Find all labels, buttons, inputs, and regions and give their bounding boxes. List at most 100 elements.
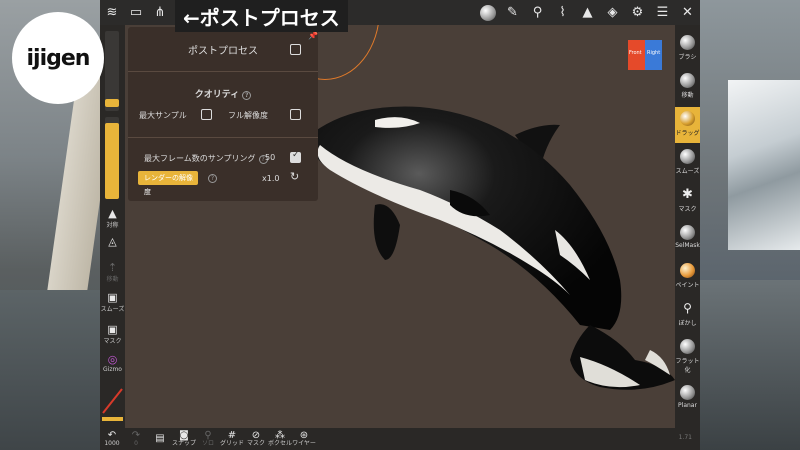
selmask-icon	[680, 225, 695, 240]
intensity-slider[interactable]	[105, 117, 119, 199]
floor-right	[700, 280, 800, 450]
max-samples-checkbox[interactable]	[201, 109, 212, 120]
lock-button[interactable]: ◬	[100, 235, 125, 248]
tool-paint[interactable]: ペイント	[675, 259, 700, 295]
tool-brush[interactable]: ブラシ	[675, 31, 700, 67]
material-icon[interactable]	[475, 0, 500, 25]
tool-mask[interactable]: ✱ マスク	[675, 183, 700, 219]
color-swatch-line	[102, 388, 123, 414]
menu-icon[interactable]: ☰	[650, 0, 675, 25]
gizmo-button[interactable]: ◎ Gizmo	[100, 353, 125, 373]
share-icon[interactable]: ⋔	[148, 0, 172, 25]
smooth-tool-icon	[680, 149, 695, 164]
wireframe-button[interactable]: ⊛ ワイヤー	[292, 431, 316, 447]
full-res-checkbox[interactable]	[290, 109, 301, 120]
move-tool-label: 移動	[681, 92, 694, 99]
folder-icon[interactable]: ▭	[124, 0, 148, 25]
planar-label: Planar	[678, 402, 697, 409]
left-toolbar: ▲ 対称 ◬ ⇡ 移動 ▣ スムーズ ▣ マスク ◎ Gizmo	[100, 25, 125, 450]
snapshot-button[interactable]: ◙ スナップ	[172, 431, 196, 447]
undo-button[interactable]: ↶ 1000	[100, 431, 124, 447]
max-frame-samples-value[interactable]: 50	[265, 153, 275, 162]
tool-smooth[interactable]: スムーズ	[675, 145, 700, 181]
pin-icon[interactable]: 📌	[308, 31, 318, 40]
grid-button[interactable]: # グリッド	[220, 431, 244, 447]
tool-blur[interactable]: ⚲ ぼかし	[675, 297, 700, 333]
drag-label: ドラッグ	[675, 130, 700, 137]
smooth-label: スムーズ	[100, 306, 125, 313]
triangle-icon[interactable]: ▲	[575, 0, 600, 25]
voxel-label: ボクセル	[268, 440, 293, 447]
smooth-tool-label: スムーズ	[675, 168, 700, 175]
flatten-icon	[680, 339, 695, 354]
tool-flatten[interactable]: フラット化	[675, 335, 700, 379]
scene-icon[interactable]: ≋	[100, 0, 124, 25]
floor-left	[0, 290, 100, 450]
render-res-help-icon[interactable]: ?	[208, 174, 217, 183]
dropper-icon[interactable]: ⚲	[525, 0, 550, 25]
move-label: 移動	[106, 276, 119, 283]
layers-icon[interactable]: ◈	[600, 0, 625, 25]
history-icon: ▤	[155, 433, 165, 444]
top-toolbar-right: ✎ ⚲ ⌇ ▲ ◈ ⚙ ☰ ✕	[475, 0, 700, 25]
max-frame-samples-checkbox[interactable]	[290, 150, 301, 163]
logo-text: ijigen	[26, 45, 91, 71]
orca-model	[310, 106, 675, 390]
mask-toggle-button[interactable]: ⊘ マスク	[244, 431, 268, 447]
reset-icon[interactable]: ↻	[290, 170, 299, 183]
right-toolbar: ブラシ 移動 ドラッグ スムーズ ✱ マスク SelMask ペイント ⚲ ぼかし …	[675, 25, 700, 450]
radius-slider[interactable]	[105, 31, 119, 111]
cube-front-label: Front	[629, 50, 642, 56]
move-button[interactable]: ⇡ 移動	[100, 261, 125, 283]
drag-icon	[680, 111, 695, 126]
grid-label: グリッド	[220, 440, 245, 447]
wireframe-label: ワイヤー	[292, 440, 316, 447]
tool-drag[interactable]: ドラッグ	[675, 107, 700, 143]
ijigen-logo: ijigen	[12, 12, 104, 104]
postprocess-panel: ポストプロセス 📌 クオリティ? 最大サンプル フル解像度 最大フレーム数のサン…	[128, 27, 318, 201]
blur-icon: ⚲	[683, 301, 692, 315]
undo-count: 1000	[104, 440, 120, 447]
mask-icon: ▣	[107, 323, 118, 336]
tool-planar[interactable]: Planar	[675, 381, 700, 417]
brush-label: ブラシ	[678, 54, 697, 61]
voxel-button[interactable]: ⁂ ボクセル	[268, 431, 292, 447]
tool-move[interactable]: 移動	[675, 69, 700, 105]
intensity-slider-fill	[105, 123, 119, 199]
redo-button[interactable]: ↷ 0	[124, 431, 148, 447]
bottom-toolbar: ↶ 1000 ↷ 0 ▤ ◙ スナップ ⚲ ソロ # グリッド ⊘ マスク ⁂ ボクセル ⊛ ワ…	[100, 428, 700, 450]
version-label: 1.71	[678, 434, 692, 441]
selmask-label: SelMask	[675, 242, 700, 249]
paint-icon	[680, 263, 695, 278]
move-icon: ⇡	[107, 261, 118, 274]
gizmo-icon: ◎	[107, 353, 118, 366]
render-res-value[interactable]: x1.0	[262, 174, 279, 183]
cube-front-face: Front	[628, 40, 645, 70]
panel-divider	[128, 71, 318, 72]
tools-icon[interactable]: ✕	[675, 0, 700, 25]
gear-icon[interactable]: ⚙	[625, 0, 650, 25]
cube-right-label: Right	[647, 50, 661, 56]
max-samples-label: 最大サンプル	[139, 111, 187, 120]
mask-splat-icon: ✱	[682, 187, 693, 202]
max-frame-samples-label: 最大フレーム数のサンプリング	[144, 154, 256, 163]
color-swatch[interactable]	[100, 387, 125, 415]
mask-button[interactable]: ▣ マスク	[100, 323, 125, 345]
topology-icon[interactable]: ⌇	[550, 0, 575, 25]
postprocess-enable-checkbox[interactable]	[290, 44, 301, 55]
mask-toggle-label: マスク	[246, 440, 265, 447]
quality-help-icon[interactable]: ?	[242, 91, 252, 100]
orientation-cube[interactable]: Front Right	[628, 40, 662, 70]
history-button[interactable]: ▤	[148, 434, 172, 444]
full-res-label: フル解像度	[228, 111, 268, 120]
solo-button[interactable]: ⚲ ソロ	[196, 431, 220, 447]
render-res-label: レンダーの解像度	[144, 174, 193, 196]
smooth-button[interactable]: ▣ スムーズ	[100, 291, 125, 313]
tool-selmask[interactable]: SelMask	[675, 221, 700, 257]
snapshot-label: スナップ	[172, 440, 197, 447]
symmetry-button[interactable]: ▲ 対称	[100, 207, 125, 229]
cube-right-face: Right	[645, 40, 662, 70]
pen-icon[interactable]: ✎	[500, 0, 525, 25]
smooth-icon: ▣	[107, 291, 118, 304]
render-res-slider[interactable]: レンダーの解像度	[138, 171, 198, 196]
